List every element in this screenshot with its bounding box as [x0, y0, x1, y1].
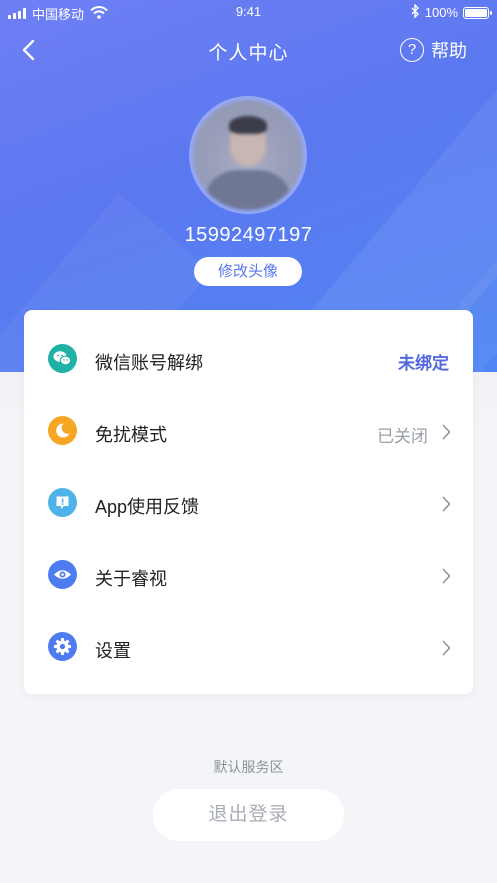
chevron-right-icon [442, 496, 451, 512]
battery-icon [463, 6, 492, 19]
chevron-right-icon [442, 640, 451, 656]
user-phone-number: 15992497197 [184, 224, 313, 246]
menu-item-label: 免扰模式 [95, 425, 167, 445]
menu-item-app-feedback[interactable]: App使用反馈 [24, 468, 473, 540]
battery-percent: 100% [424, 5, 458, 20]
chevron-right-icon [442, 568, 451, 584]
menu-item-about[interactable]: 关于睿视 [24, 540, 473, 612]
menu-item-do-not-disturb[interactable]: 免扰模式 已关闭 [24, 396, 473, 468]
wechat-icon [48, 344, 77, 373]
service-area-label: 默认服务区 [213, 759, 284, 775]
logout-button[interactable]: 退出登录 [153, 789, 344, 841]
menu-item-settings[interactable]: 设置 [24, 612, 473, 684]
moon-icon [48, 416, 77, 445]
gear-icon [48, 632, 77, 661]
menu-item-wechat-unbind[interactable]: 微信账号解绑 未绑定 [24, 324, 473, 396]
menu-item-label: 微信账号解绑 [95, 353, 203, 373]
edit-avatar-button[interactable]: 修改头像 [194, 257, 302, 286]
wechat-bind-status: 未绑定 [398, 354, 449, 373]
menu-item-label: 设置 [95, 641, 131, 661]
eye-icon [48, 560, 77, 589]
status-bar: 中国移动 9:41 100% [0, 0, 497, 24]
feedback-icon [48, 488, 77, 517]
do-not-disturb-status: 已关闭 [377, 427, 428, 446]
settings-menu-card: 微信账号解绑 未绑定 免扰模式 已关闭 App使用反馈 关于睿视 设置 [24, 310, 473, 694]
help-label: 帮助 [431, 41, 467, 61]
help-button[interactable]: ? 帮助 [400, 37, 467, 63]
menu-item-label: App使用反馈 [95, 497, 200, 517]
question-circle-icon: ? [400, 38, 424, 62]
navigation-bar: 个人中心 ? 帮助 [0, 30, 497, 70]
bluetooth-icon [411, 3, 420, 21]
chevron-right-icon [442, 424, 451, 440]
menu-item-label: 关于睿视 [95, 569, 167, 589]
avatar[interactable] [189, 96, 307, 214]
